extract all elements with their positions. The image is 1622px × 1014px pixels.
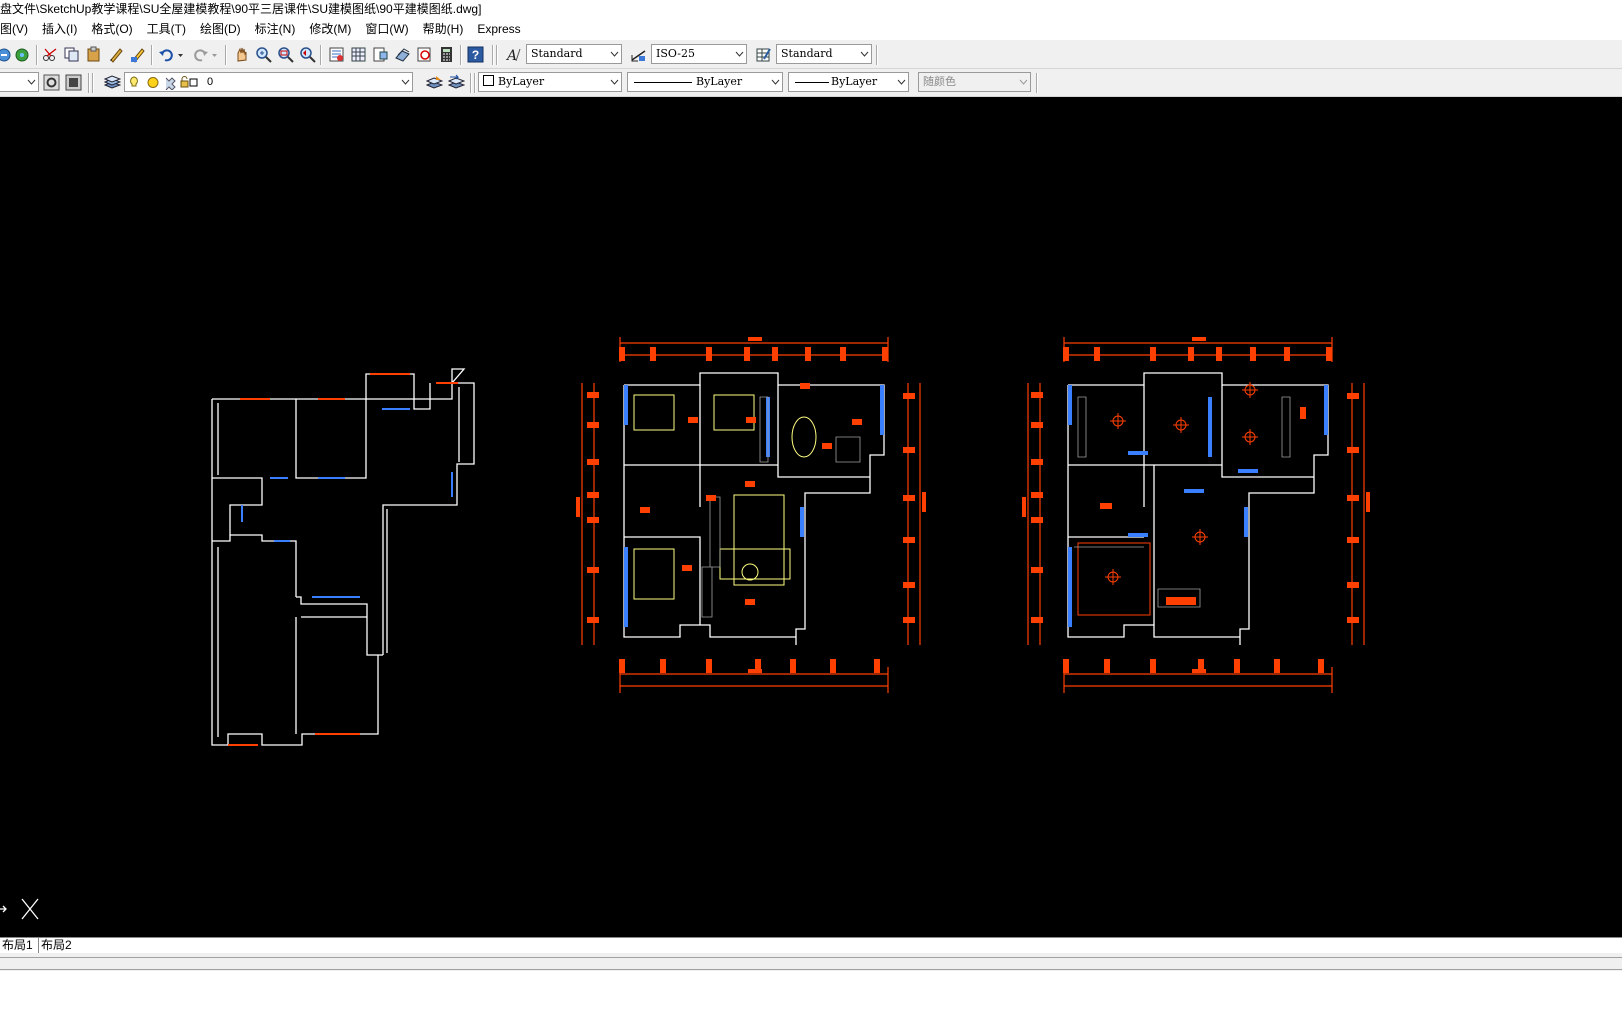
copy-icon[interactable] (63, 46, 80, 63)
lineweight-control-dropdown[interactable]: ByLayer (788, 72, 909, 92)
linetype-value: ByLayer (696, 75, 743, 88)
plot-style-dropdown[interactable]: 随颜色 (918, 72, 1031, 92)
plan-2-furniture (633, 394, 817, 600)
chevron-down-icon (894, 73, 908, 91)
chevron-down-icon (24, 73, 38, 91)
menu-draw[interactable]: 绘图(D) (193, 19, 248, 40)
linetype-sample (634, 82, 692, 83)
color-swatch (483, 75, 494, 86)
table-style-icon[interactable] (755, 46, 772, 63)
menu-window[interactable]: 窗口(W) (358, 19, 415, 40)
calculator-icon[interactable] (438, 46, 455, 63)
color-control-dropdown[interactable]: ByLayer (478, 72, 622, 92)
menu-bar: 图(V) 插入(I) 格式(O) 工具(T) 绘图(D) 标注(N) 修改(M)… (0, 19, 1622, 40)
plan-3-light-fixtures (1077, 382, 1258, 616)
menu-format[interactable]: 格式(O) (84, 19, 139, 40)
chevron-down-icon (1016, 73, 1030, 91)
layer-manager-icon[interactable] (104, 74, 121, 91)
workspace-dropdown[interactable] (0, 72, 39, 92)
current-layer-value: 0 (207, 76, 214, 88)
workspace-save-icon[interactable] (65, 74, 82, 91)
text-style-icon[interactable]: A (505, 46, 522, 63)
plan-3-ceiling-accents (1100, 407, 1306, 605)
tab-layout-2[interactable]: 布局2 (38, 938, 74, 953)
plan-2-dim-ticks (576, 337, 926, 673)
chevron-down-icon (857, 45, 871, 63)
chevron-down-icon (768, 73, 782, 91)
make-current-layer-icon[interactable] (426, 74, 443, 91)
drawing-canvas[interactable] (0, 97, 1622, 937)
dimension-style-dropdown[interactable]: ISO-25 (651, 44, 747, 64)
command-line-area (0, 953, 1622, 1014)
chevron-down-icon (607, 45, 621, 63)
plan-2-labels (640, 383, 862, 605)
table-style-value: Standard (781, 47, 833, 60)
svg-text:A: A (505, 48, 517, 63)
properties-icon[interactable] (328, 46, 345, 63)
cut-icon[interactable] (42, 46, 59, 63)
text-style-value: Standard (531, 47, 583, 60)
chevron-down-icon (398, 73, 412, 91)
workspace-settings-icon[interactable] (43, 74, 60, 91)
layer-state-icons (130, 76, 198, 90)
dimension-style-value: ISO-25 (656, 47, 696, 60)
ucs-icon (0, 898, 39, 920)
table-style-dropdown[interactable]: Standard (776, 44, 872, 64)
block-editor-icon[interactable] (130, 46, 147, 63)
publish-icon[interactable] (0, 46, 13, 63)
undo-dropdown-icon[interactable] (176, 46, 185, 63)
sheet-set-icon[interactable] (394, 46, 411, 63)
text-style-dropdown[interactable]: Standard (526, 44, 622, 64)
menu-help[interactable]: 帮助(H) (416, 19, 471, 40)
zoom-realtime-icon[interactable] (255, 46, 272, 63)
menu-express[interactable]: Express (470, 19, 527, 40)
zoom-previous-icon[interactable] (299, 46, 316, 63)
svg-text:?: ? (472, 48, 479, 62)
plan-2-dimensions (581, 337, 921, 693)
layers-toolbar: 0 ByLayer ByLayer ByLayer 随颜色 (0, 69, 1622, 97)
web-icon[interactable] (14, 46, 31, 63)
menu-dimension[interactable]: 标注(N) (248, 19, 303, 40)
menu-view[interactable]: 图(V) (0, 19, 35, 40)
layout-tabs: 布局1 布局2 (0, 937, 1622, 954)
design-center-icon[interactable] (350, 46, 367, 63)
layer-dropdown[interactable]: 0 (124, 72, 413, 92)
menu-tools[interactable]: 工具(T) (140, 19, 193, 40)
chevron-down-icon (607, 73, 621, 91)
tool-palettes-icon[interactable] (372, 46, 389, 63)
menu-insert[interactable]: 插入(I) (35, 19, 84, 40)
standard-toolbar: ? A Standard ISO-25 Standard (0, 41, 1622, 69)
plan-3-dim-ticks (1022, 337, 1370, 673)
ceiling-plan (1022, 337, 1370, 693)
layer-previous-icon[interactable] (448, 74, 465, 91)
pan-icon[interactable] (233, 46, 250, 63)
menu-modify[interactable]: 修改(M) (302, 19, 358, 40)
window-title: 盘文件\SketchUp教学课程\SU全屋建模教程\90平三居课件\SU建模图纸… (0, 0, 1622, 19)
tab-layout-1[interactable]: 布局1 (0, 938, 35, 953)
plan-1-openings (228, 373, 458, 746)
plan-3-dimensions (1027, 337, 1365, 693)
lineweight-value: ByLayer (831, 75, 878, 88)
linetype-control-dropdown[interactable]: ByLayer (627, 72, 783, 92)
redo-icon[interactable] (192, 46, 209, 63)
markup-icon[interactable] (416, 46, 433, 63)
paste-icon[interactable] (85, 46, 102, 63)
undo-icon[interactable] (158, 46, 175, 63)
dimension-style-icon[interactable] (630, 46, 647, 63)
plot-style-value: 随颜色 (923, 76, 956, 88)
plan-3-hatching (1074, 396, 1291, 608)
command-line[interactable] (0, 971, 1622, 1014)
match-properties-icon[interactable] (108, 46, 125, 63)
color-value: ByLayer (498, 75, 545, 88)
help-icon[interactable]: ? (467, 46, 484, 63)
chevron-down-icon (732, 45, 746, 63)
zoom-window-icon[interactable] (277, 46, 294, 63)
lineweight-sample (795, 82, 829, 83)
redo-dropdown-icon[interactable] (210, 46, 219, 63)
furnished-floor-plan (576, 337, 926, 693)
floor-plan-outline (211, 368, 475, 746)
